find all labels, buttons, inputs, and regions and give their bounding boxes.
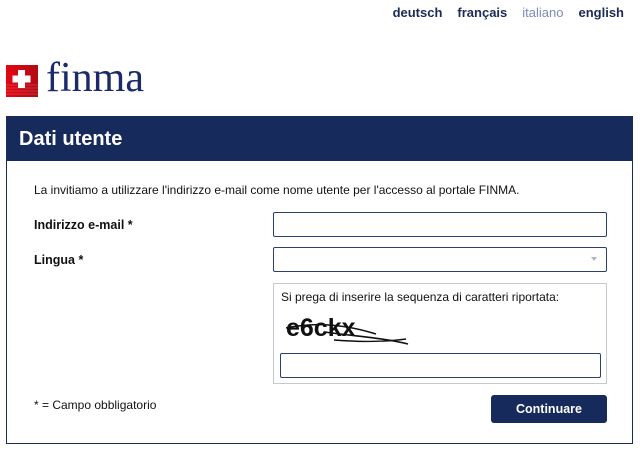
swiss-flag-icon (6, 65, 38, 97)
captcha-input[interactable] (280, 353, 601, 378)
captcha-image: e6ckx (284, 312, 414, 353)
language-switcher: deutsch français italiano english (393, 5, 624, 20)
lang-link-italiano[interactable]: italiano (522, 5, 563, 20)
brand-name: finma (46, 55, 144, 101)
language-label: Lingua * (34, 253, 84, 267)
captcha-box: Si prega di inserire la sequenza di cara… (273, 283, 607, 384)
captcha-text: e6ckx (286, 314, 356, 342)
lang-link-francais[interactable]: français (457, 5, 507, 20)
user-data-panel: Dati utente La invitiamo a utilizzare l'… (6, 116, 633, 444)
intro-text: La invitiamo a utilizzare l'indirizzo e-… (34, 183, 520, 197)
email-field[interactable] (273, 212, 607, 237)
chevron-down-icon (591, 257, 597, 261)
language-select[interactable] (273, 247, 607, 272)
lang-link-deutsch[interactable]: deutsch (393, 5, 443, 20)
email-label: Indirizzo e-mail * (34, 218, 133, 232)
continue-button[interactable]: Continuare (491, 395, 607, 423)
required-field-note: * = Campo obbligatorio (34, 398, 157, 412)
panel-title: Dati utente (7, 117, 632, 161)
captcha-prompt: Si prega di inserire la sequenza di cara… (281, 290, 560, 304)
lang-link-english[interactable]: english (578, 5, 624, 20)
finma-logo[interactable]: finma (6, 57, 144, 99)
